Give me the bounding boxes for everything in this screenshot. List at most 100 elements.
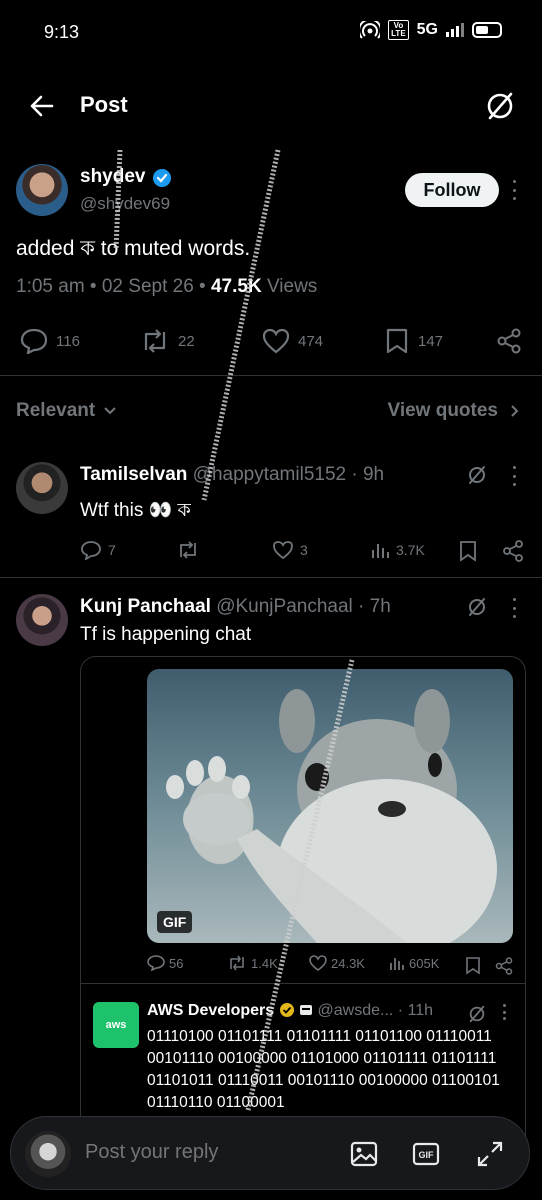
like-count: 474 bbox=[298, 332, 324, 350]
like-action[interactable]: 24.3K bbox=[309, 955, 365, 971]
author-handle[interactable]: @shydev69 bbox=[80, 194, 170, 214]
verified-gold-badge-icon bbox=[279, 1003, 294, 1017]
heart-icon bbox=[262, 328, 290, 354]
repost-action[interactable]: 1.4K bbox=[227, 955, 278, 971]
tweet-actions: 116 22 474 147 bbox=[0, 324, 542, 360]
repost-icon bbox=[230, 955, 244, 971]
like-count: 24.3K bbox=[331, 955, 365, 971]
volte-icon: Vo LTE bbox=[388, 20, 409, 40]
like-action[interactable]: 474 bbox=[262, 328, 323, 354]
repost-icon bbox=[180, 541, 196, 559]
heart-icon bbox=[309, 955, 327, 971]
grok-icon[interactable] bbox=[484, 90, 516, 122]
repost-action[interactable] bbox=[176, 540, 206, 560]
aws-logo[interactable]: aws bbox=[93, 1002, 139, 1048]
view-quotes-link[interactable]: View quotes bbox=[387, 400, 520, 422]
more-options-icon[interactable] bbox=[511, 180, 517, 200]
more-options-icon[interactable] bbox=[511, 598, 517, 618]
like-count: 3 bbox=[300, 542, 308, 558]
bookmark-action[interactable]: 147 bbox=[384, 328, 443, 354]
reply-actions: 7 3 3.7K bbox=[78, 540, 528, 564]
share-icon[interactable] bbox=[496, 328, 522, 354]
nested-author-name[interactable]: AWS Developers bbox=[147, 1002, 274, 1019]
grok-icon[interactable] bbox=[467, 1004, 487, 1024]
avatar[interactable] bbox=[16, 462, 68, 514]
repost-count: 22 bbox=[178, 332, 195, 350]
avatar[interactable] bbox=[16, 164, 68, 216]
quote-actions: 56 1.4K 24.3K 605K bbox=[147, 955, 513, 977]
avatar[interactable] bbox=[16, 594, 68, 646]
views-count: 605K bbox=[409, 955, 440, 971]
gif-icon[interactable]: GIF bbox=[411, 1139, 441, 1169]
image-icon[interactable] bbox=[349, 1139, 379, 1169]
repost-action[interactable]: 22 bbox=[140, 328, 195, 354]
author-name[interactable]: shydev bbox=[80, 166, 145, 188]
grok-icon[interactable] bbox=[466, 464, 488, 486]
reply-action[interactable]: 7 bbox=[80, 540, 116, 560]
repost-icon bbox=[144, 329, 166, 353]
repost-count: 1.4K bbox=[251, 955, 278, 971]
tweet-timestamp: 1:05 am • 02 Sept 26 • bbox=[16, 276, 206, 297]
like-action[interactable]: 3 bbox=[272, 540, 308, 560]
reply-input[interactable] bbox=[85, 1141, 325, 1164]
squirrel-illustration bbox=[166, 689, 497, 943]
reply-author-handle[interactable]: @happytamil5152 bbox=[193, 464, 346, 485]
quoted-post-card[interactable]: GIF 56 1.4K 24.3K 605K aws AWS Developer… bbox=[80, 656, 526, 1156]
reply-text: Wtf this 👀 ক bbox=[80, 500, 191, 521]
nested-quote-text: 01110100 01101111 01101111 01101100 0111… bbox=[147, 1028, 500, 1111]
share-icon[interactable] bbox=[495, 957, 513, 975]
share-icon[interactable] bbox=[502, 540, 524, 562]
back-arrow-icon[interactable] bbox=[28, 92, 56, 120]
views-icon bbox=[372, 544, 389, 558]
reply-item[interactable]: Tamilselvan @happytamil5152 · 9h Wtf thi… bbox=[0, 440, 542, 578]
status-icons: Vo LTE 5G bbox=[360, 20, 502, 40]
sort-label: Relevant bbox=[16, 400, 96, 421]
gif-badge: GIF bbox=[157, 911, 193, 933]
sort-dropdown[interactable]: Relevant bbox=[16, 400, 117, 422]
reply-author-handle[interactable]: @KunjPanchaal bbox=[216, 596, 353, 617]
bookmark-count: 147 bbox=[418, 332, 444, 350]
gif-media[interactable]: GIF bbox=[147, 669, 513, 943]
bookmark-icon[interactable] bbox=[458, 540, 478, 562]
reply-action[interactable]: 116 bbox=[20, 328, 80, 354]
reply-icon bbox=[20, 328, 48, 354]
views-action[interactable]: 3.7K bbox=[370, 540, 425, 560]
nested-time: · 11h bbox=[393, 1002, 434, 1019]
reply-count: 116 bbox=[56, 332, 80, 350]
chevron-down-icon bbox=[104, 407, 116, 415]
bookmark-icon bbox=[386, 328, 408, 354]
network-type: 5G bbox=[416, 21, 438, 38]
signal-icon bbox=[446, 23, 464, 37]
views-count: 47.5K bbox=[210, 276, 262, 297]
views-icon bbox=[390, 958, 404, 970]
expand-icon[interactable] bbox=[475, 1139, 505, 1169]
follow-button[interactable]: Follow bbox=[405, 173, 499, 207]
status-time: 9:13 bbox=[44, 21, 80, 42]
status-bar: 9:13 Vo LTE 5G bbox=[0, 0, 542, 64]
hotspot-icon bbox=[360, 21, 381, 39]
view-quotes-label: View quotes bbox=[387, 400, 498, 421]
nested-author-handle[interactable]: @awsde... bbox=[318, 1002, 394, 1019]
heart-icon bbox=[273, 541, 293, 560]
grok-icon[interactable] bbox=[466, 596, 488, 618]
reply-author-name[interactable]: Kunj Panchaal bbox=[80, 596, 211, 617]
nested-quote-header: AWS Developers @awsde... · 11h bbox=[147, 1002, 433, 1020]
tweet-text: added ক to muted words. bbox=[16, 237, 251, 260]
reply-composer: GIF bbox=[10, 1116, 530, 1190]
reply-text: Tf is happening chat bbox=[80, 624, 252, 645]
reply-icon bbox=[81, 541, 101, 560]
reply-header: Kunj Panchaal @KunjPanchaal · 7h bbox=[80, 596, 391, 618]
more-options-icon[interactable] bbox=[511, 466, 517, 486]
more-options-icon[interactable] bbox=[501, 1004, 507, 1020]
views-action[interactable]: 605K bbox=[389, 955, 439, 971]
reply-count: 7 bbox=[108, 542, 116, 558]
reply-action[interactable]: 56 bbox=[147, 955, 183, 971]
battery-icon bbox=[472, 22, 502, 38]
main-tweet: shydev @shydev69 Follow added ক to muted… bbox=[0, 160, 542, 376]
reply-count: 56 bbox=[169, 955, 184, 971]
affiliate-badge-icon bbox=[300, 1005, 313, 1015]
bookmark-icon[interactable] bbox=[465, 957, 481, 975]
reply-author-name[interactable]: Tamilselvan bbox=[80, 464, 187, 485]
verified-badge-icon bbox=[153, 169, 171, 187]
avatar[interactable] bbox=[25, 1131, 71, 1177]
